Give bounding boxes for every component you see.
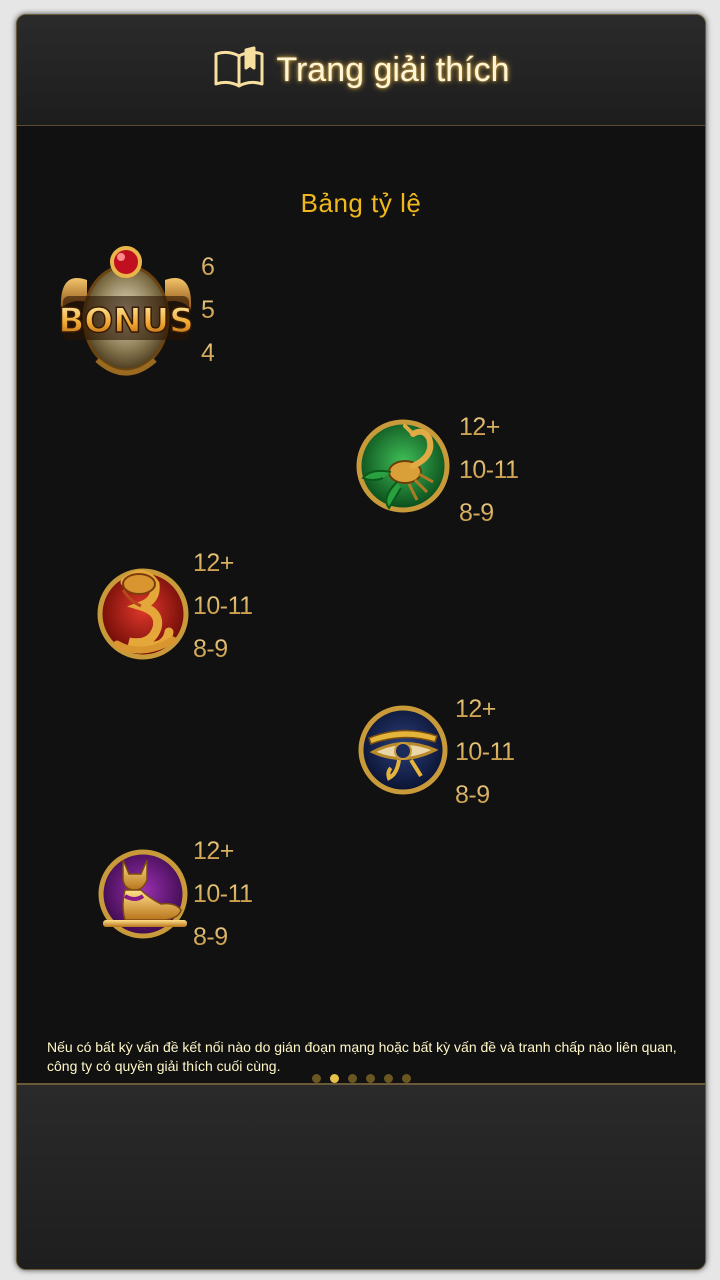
symbol-row-cobra: 12+ 10-11 8-9	[95, 542, 253, 671]
pay-list-eye-of-horus: 12+ 10-11 8-9	[455, 688, 515, 817]
page-title: Trang giải thích	[276, 50, 510, 89]
pay-value: 12+	[459, 406, 519, 449]
pay-value: 10-11	[193, 585, 253, 628]
pay-value: 12+	[193, 830, 253, 873]
disclaimer-text: Nếu có bất kỳ vấn đề kết nối nào do gián…	[47, 1039, 677, 1074]
pay-list-cat: 12+ 10-11 8-9	[193, 830, 253, 959]
pay-value: 8-9	[459, 492, 519, 535]
pay-value: 10-11	[193, 873, 253, 916]
paytable-title: Bảng tỷ lệ	[300, 188, 422, 218]
header-title-group: Trang giải thích	[212, 46, 510, 94]
header-bar: Trang giải thích	[17, 15, 705, 126]
help-panel: Trang giải thích Bảng tỷ lệ BONUS 6 5 4 …	[16, 14, 706, 1270]
pay-list-scorpion: 12+ 10-11 8-9	[459, 406, 519, 535]
pay-value: 8-9	[455, 774, 515, 817]
bastet-cat-icon	[95, 846, 191, 942]
pay-value: 8-9	[193, 628, 253, 671]
page-dot[interactable]	[365, 1074, 375, 1083]
pay-value: 12+	[455, 688, 515, 731]
pay-value: 5	[201, 289, 215, 332]
symbol-row-cat: 12+ 10-11 8-9	[95, 830, 253, 959]
page-dot[interactable]	[347, 1074, 357, 1083]
symbol-row-scorpion: 12+ 10-11 8-9	[353, 406, 519, 535]
pay-list-cobra: 12+ 10-11 8-9	[193, 542, 253, 671]
symbol-row-bonus: BONUS 6 5 4	[57, 240, 215, 382]
page-dot[interactable]	[401, 1074, 411, 1083]
pay-value: 10-11	[459, 449, 519, 492]
page-indicator[interactable]	[17, 1074, 705, 1083]
bonus-scarab-icon: BONUS	[57, 240, 195, 382]
symbol-row-eye-of-horus: 12+ 10-11 8-9	[355, 688, 515, 817]
footer-bar	[17, 1085, 705, 1269]
pay-value: 10-11	[455, 731, 515, 774]
cobra-icon	[95, 562, 191, 662]
pay-value: 8-9	[193, 916, 253, 959]
page-dot-active[interactable]	[329, 1074, 339, 1083]
page-dot[interactable]	[383, 1074, 393, 1083]
book-icon	[212, 46, 266, 94]
bonus-badge-text: BONUS	[58, 301, 193, 341]
pay-value: 4	[201, 332, 215, 375]
pay-value: 6	[201, 246, 215, 289]
scorpion-icon	[353, 416, 453, 516]
pay-list-bonus: 6 5 4	[201, 246, 215, 375]
page-dot[interactable]	[311, 1074, 321, 1083]
pay-value: 12+	[193, 542, 253, 585]
paytable-page[interactable]: Bảng tỷ lệ BONUS 6 5 4 12+ 10-11 8-9 12+…	[17, 126, 705, 1085]
eye-of-horus-icon	[355, 702, 451, 798]
